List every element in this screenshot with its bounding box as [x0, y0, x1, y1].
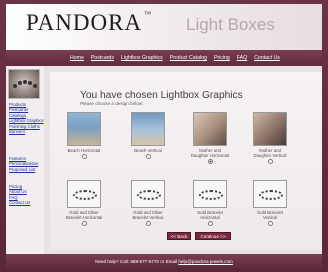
nav-lightbox-graphics[interactable]: Lightbox Graphics — [121, 55, 163, 61]
option-mother-daughter-vertical[interactable]: Mother and Daughter Vertical — [250, 112, 290, 164]
option-gold-silver-bracelet-vertical[interactable]: Gold and Silver Bracelet Vertical — [128, 180, 168, 226]
back-button[interactable]: << Back — [167, 232, 191, 240]
option-radio[interactable] — [145, 154, 151, 159]
footer-help-text: Need help? Call: 888-677-5770 or Email h… — [95, 259, 233, 264]
bead-icon — [33, 84, 37, 88]
footer-email-link[interactable]: help@pandora-jewels.com — [178, 259, 232, 264]
nav-contact-us[interactable]: Contact Us — [254, 55, 280, 61]
bracelet-thumbnail[interactable] — [193, 180, 227, 208]
bead-icon — [13, 84, 17, 88]
bead-icon — [18, 81, 22, 85]
bracelet-thumbnail[interactable] — [253, 180, 287, 208]
option-label: Mother and Daughter Vertical — [253, 148, 287, 158]
option-radio[interactable] — [207, 221, 213, 226]
bracelet-icon — [137, 190, 161, 200]
beach-thumbnail[interactable] — [131, 112, 165, 146]
continue-button[interactable]: Continue >> — [195, 232, 231, 240]
option-label: Gold Bracelet Horizontal — [196, 210, 224, 220]
option-label: Gold and Silver Bracelet Vertical — [132, 210, 164, 220]
beach-thumbnail[interactable] — [67, 112, 101, 146]
page-title: You have chosen Lightbox Graphics — [80, 90, 243, 101]
main-panel: You have chosen Lightbox Graphics Please… — [50, 72, 322, 250]
bead-icon — [28, 81, 32, 85]
option-radio[interactable] — [81, 154, 87, 159]
option-radio-selected[interactable] — [207, 159, 213, 164]
section-title: Light Boxes — [186, 15, 275, 34]
top-nav: Home Postcards Lightbox Graphics Product… — [6, 50, 322, 66]
page: PANDORA ™ Light Boxes Home Postcards Ligh… — [0, 0, 328, 272]
brand-logo[interactable]: PANDORA ™ — [26, 10, 152, 36]
bracelet-icon — [259, 190, 283, 200]
option-radio[interactable] — [145, 221, 151, 226]
option-gold-bracelet-horizontal[interactable]: Gold Bracelet Horizontal — [190, 180, 230, 226]
bracelet-icon — [73, 190, 97, 200]
content-area: Products Postcards Catalogs Lightbox Gra… — [6, 66, 322, 254]
nav-postcards[interactable]: Postcards — [91, 55, 114, 61]
sidebar: Products Postcards Catalogs Lightbox Gra… — [6, 66, 44, 254]
nav-faq[interactable]: FAQ — [237, 55, 247, 61]
option-label: Beach Vertical — [134, 148, 162, 153]
nav-pricing[interactable]: Pricing — [214, 55, 230, 61]
option-label: Gold Bracelet Vertical — [256, 210, 284, 220]
mother-daughter-thumbnail[interactable] — [193, 112, 227, 146]
sidebar-item-proposed-list[interactable]: Proposed List — [9, 167, 38, 172]
bracelet-thumbnail[interactable] — [131, 180, 165, 208]
option-radio[interactable] — [267, 221, 273, 226]
option-beach-vertical[interactable]: Beach Vertical — [128, 112, 168, 159]
mother-daughter-thumbnail[interactable] — [253, 112, 287, 146]
option-gold-silver-bracelet-horizontal[interactable]: Gold and Silver Bracelet Horizontal — [64, 180, 104, 226]
sidebar-item-banners[interactable]: Banners — [9, 129, 44, 134]
footer-help-label: Need help? Call: 888-677-5770 or Email — [95, 258, 178, 264]
page-subtitle: Please choose a design below: — [80, 101, 144, 106]
option-mother-daughter-horizontal[interactable]: Mother and Daughter Horizontal — [190, 112, 230, 164]
option-radio[interactable] — [267, 159, 273, 164]
sidebar-group-features: Features Personalization Proposed List — [9, 156, 38, 172]
trademark-mark: ™ — [144, 10, 152, 18]
option-label: Beach Horizontal — [67, 148, 101, 153]
bracelet-thumbnail[interactable] — [67, 180, 101, 208]
option-label: Gold and Silver Bracelet Horizontal — [65, 210, 103, 220]
sidebar-group-info: Pricing About Us FAQ Contact Us — [9, 184, 30, 206]
bracelet-icon — [199, 190, 223, 200]
sidebar-item-contact-us[interactable]: Contact Us — [9, 200, 30, 205]
option-beach-horizontal[interactable]: Beach Horizontal — [64, 112, 104, 159]
option-gold-bracelet-vertical[interactable]: Gold Bracelet Vertical — [250, 180, 290, 226]
bead-icon — [23, 80, 27, 84]
option-radio[interactable] — [81, 221, 87, 226]
sidebar-group-products: Products Postcards Catalogs Lightbox Gra… — [9, 102, 44, 134]
sidebar-bracelet-photo — [8, 69, 40, 99]
header: PANDORA ™ Light Boxes — [6, 4, 322, 50]
nav-product-catalog[interactable]: Product Catalog — [170, 55, 207, 61]
footer: Need help? Call: 888-677-5770 or Email h… — [6, 254, 322, 268]
sidebar-item-lightbox-graphics[interactable]: Lightbox Graphics — [9, 118, 44, 123]
nav-home[interactable]: Home — [70, 55, 84, 61]
brand-name: PANDORA — [26, 10, 143, 35]
option-label: Mother and Daughter Horizontal — [190, 148, 230, 158]
